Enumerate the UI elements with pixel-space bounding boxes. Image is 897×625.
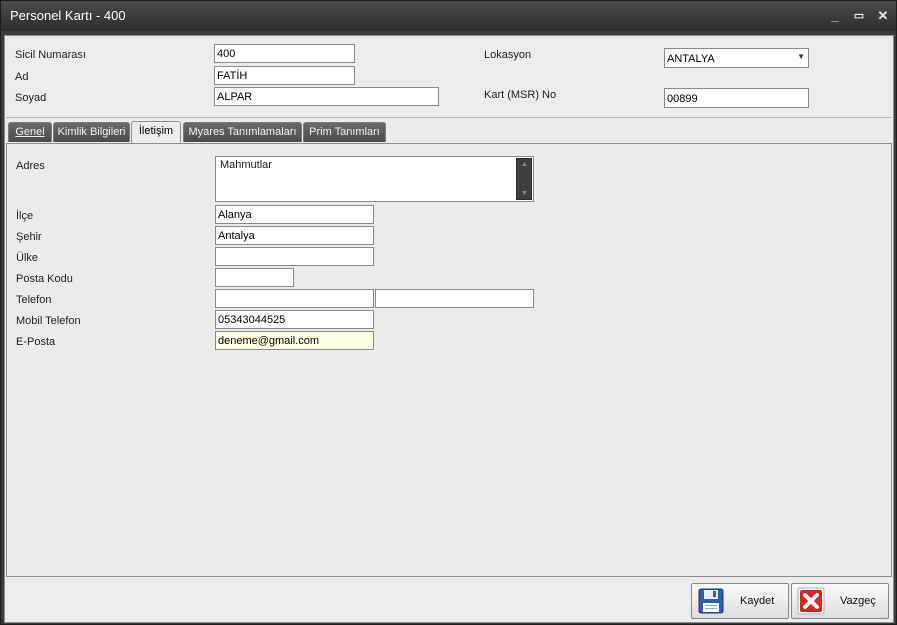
- sehir-label: Şehir: [16, 231, 42, 243]
- telefon-field-2[interactable]: [375, 289, 534, 308]
- tab-prim-label: Prim Tanımları: [309, 126, 380, 138]
- save-label: Kaydet: [740, 595, 775, 607]
- sehir-field[interactable]: Antalya: [215, 226, 374, 245]
- ilce-field[interactable]: Alanya: [215, 205, 374, 224]
- ilce-label: İlçe: [16, 210, 34, 222]
- tab-prim-tanimlari[interactable]: Prim Tanımları: [303, 122, 386, 142]
- title-bar[interactable]: Personel Kartı - 400 _ ▭ ✕: [1, 1, 896, 31]
- tab-genel[interactable]: Genel: [8, 122, 52, 142]
- cancel-label: Vazgeç: [840, 595, 876, 607]
- iletisim-panel: Adres Mahmutlar ▲ ▼ İlçe Alanya Şehir An…: [6, 143, 892, 577]
- scroll-down-icon[interactable]: ▼: [521, 190, 528, 197]
- sicil-label: Sicil Numarası: [15, 49, 86, 61]
- tab-iletisim-label: İletişim: [138, 125, 174, 137]
- tab-myares-tanimlamalari[interactable]: Myares Tanımlamaları: [183, 122, 302, 142]
- adres-label: Adres: [16, 160, 45, 172]
- lokasyon-label: Lokasyon: [484, 49, 532, 61]
- sicil-field[interactable]: 400: [214, 44, 355, 63]
- kart-label: Kart (MSR) No: [484, 89, 557, 101]
- cancel-button[interactable]: Vazgeç: [791, 583, 889, 619]
- close-button[interactable]: ✕: [874, 7, 892, 25]
- red-x-icon: [797, 587, 825, 615]
- tab-myares-label: Myares Tanımlamaları: [188, 126, 297, 138]
- minimize-button[interactable]: _: [826, 7, 844, 25]
- button-bar: Kaydet Vazgeç: [6, 581, 892, 621]
- mobil-telefon-field[interactable]: 05343044525: [215, 310, 374, 329]
- lokasyon-value: ANTALYA: [667, 53, 715, 65]
- soyad-label: Soyad: [15, 92, 47, 104]
- soyad-field[interactable]: ALPAR: [214, 87, 439, 106]
- ad-label: Ad: [15, 71, 29, 83]
- ulke-label: Ülke: [16, 252, 39, 264]
- scroll-up-icon[interactable]: ▲: [521, 161, 528, 168]
- lokasyon-combo[interactable]: ANTALYA ▼: [664, 48, 809, 68]
- maximize-button[interactable]: ▭: [850, 7, 868, 25]
- tab-genel-label: Genel: [15, 126, 45, 138]
- posta-kodu-field[interactable]: [215, 268, 294, 287]
- floppy-disk-icon: [698, 588, 724, 614]
- telefon-field-1[interactable]: [215, 289, 374, 308]
- save-button[interactable]: Kaydet: [691, 583, 789, 619]
- personel-karti-window: Personel Kartı - 400 _ ▭ ✕ Sicil Numaras…: [0, 0, 897, 625]
- ad-field[interactable]: FATİH: [214, 66, 355, 85]
- tab-kimlik-label: Kimlik Bilgileri: [57, 126, 126, 138]
- tab-kimlik-bilgileri[interactable]: Kimlik Bilgileri: [53, 122, 130, 142]
- kart-field[interactable]: 00899: [664, 88, 809, 108]
- form-frame: Sicil Numarası 400 Ad FATİH Soyad ALPAR …: [4, 35, 894, 623]
- ulke-field[interactable]: [215, 247, 374, 266]
- telefon-label: Telefon: [16, 294, 52, 306]
- adres-memo[interactable]: Mahmutlar ▲ ▼: [215, 156, 534, 202]
- adres-value: Mahmutlar: [220, 159, 272, 171]
- header-panel: Sicil Numarası 400 Ad FATİH Soyad ALPAR …: [6, 37, 892, 118]
- eposta-field[interactable]: deneme@gmail.com: [215, 331, 374, 350]
- chevron-down-icon[interactable]: ▼: [797, 52, 805, 61]
- tab-iletisim[interactable]: İletişim: [131, 121, 181, 143]
- mobil-telefon-label: Mobil Telefon: [16, 315, 81, 327]
- memo-scrollbar[interactable]: ▲ ▼: [516, 158, 532, 200]
- eposta-label: E-Posta: [16, 336, 56, 348]
- posta-kodu-label: Posta Kodu: [16, 273, 73, 285]
- window-title: Personel Kartı - 400: [10, 8, 126, 23]
